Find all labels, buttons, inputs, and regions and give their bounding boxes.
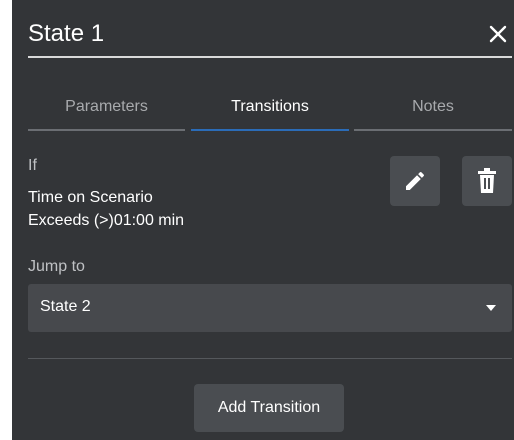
pencil-icon — [406, 171, 425, 190]
panel-header: State 1 — [28, 10, 512, 58]
delete-transition-button[interactable] — [462, 156, 512, 206]
dropdown-caret-icon — [486, 305, 496, 311]
jump-to-selected-value: State 2 — [40, 298, 91, 315]
divider — [28, 358, 512, 359]
tab-bar: Parameters Transitions Notes — [28, 95, 512, 131]
tab-transitions[interactable]: Transitions — [191, 95, 349, 131]
close-button[interactable] — [484, 20, 512, 48]
jump-to-select[interactable]: State 2 — [28, 284, 512, 332]
tab-parameters[interactable]: Parameters — [28, 95, 185, 131]
trash-icon — [478, 168, 496, 193]
condition-label: If — [28, 157, 37, 174]
transition-panel: State 1 Parameters Transitions Notes If … — [12, 0, 514, 440]
condition-text-line2: Exceeds (>)01:00 min — [28, 212, 185, 229]
condition-text-line1: Time on Scenario — [28, 189, 153, 206]
jump-to-label: Jump to — [28, 258, 85, 275]
panel-title: State 1 — [28, 20, 105, 47]
edit-transition-button[interactable] — [390, 156, 440, 206]
add-transition-button[interactable]: Add Transition — [194, 384, 344, 432]
close-icon — [489, 25, 507, 43]
tab-notes[interactable]: Notes — [354, 95, 512, 131]
